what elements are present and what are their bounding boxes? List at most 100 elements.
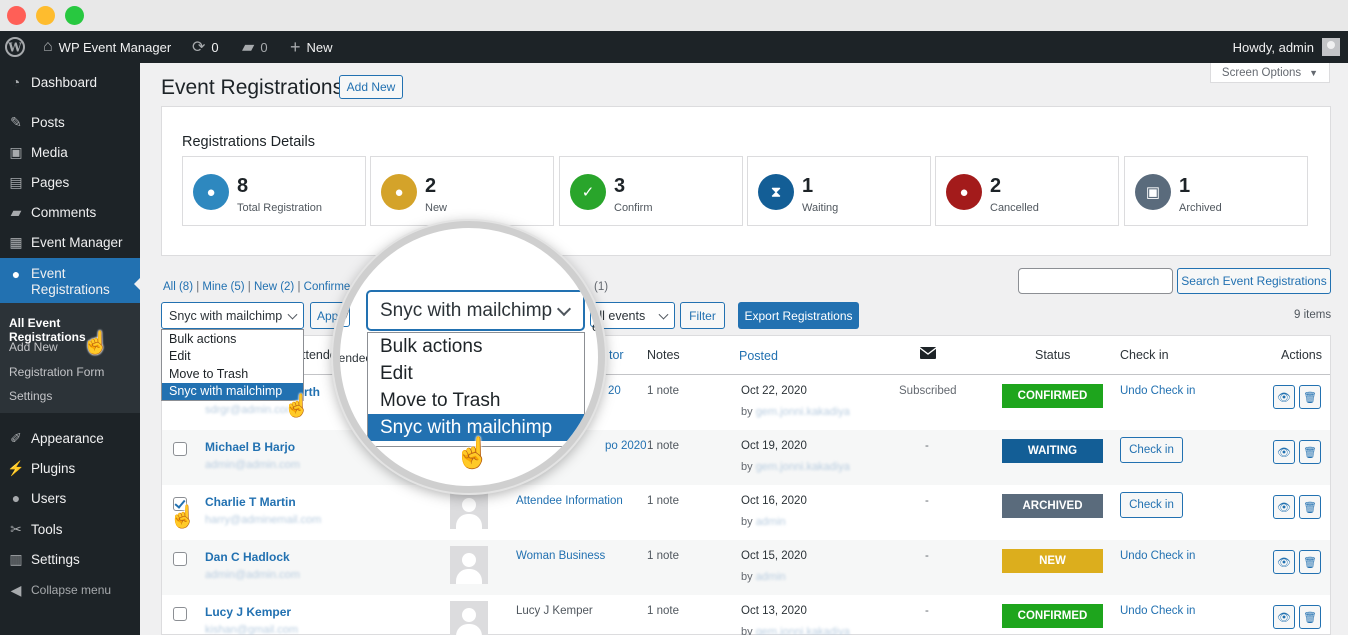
view-icon[interactable]: 👁 bbox=[1273, 605, 1295, 629]
sidebar-label: Media bbox=[31, 144, 68, 160]
submenu-registration-form[interactable]: Registration Form bbox=[9, 365, 104, 379]
row-checkbox[interactable] bbox=[173, 607, 187, 621]
filter-confirmed-link[interactable]: Confirme bbox=[304, 281, 351, 293]
trash-icon[interactable]: 🗑 bbox=[1299, 550, 1321, 574]
attendee-name-link[interactable]: Charlie T Martin bbox=[205, 495, 296, 509]
author-name: gem.jonni.kakadiya bbox=[755, 406, 850, 418]
sidebar-item-event-manager[interactable]: ▦ Event Manager bbox=[0, 229, 140, 255]
view-icon[interactable]: 👁 bbox=[1273, 385, 1295, 409]
attendee-name-link[interactable]: Lucy J Kemper bbox=[205, 605, 291, 619]
trash-icon[interactable]: 🗑 bbox=[1299, 440, 1321, 464]
screen-options-button[interactable]: Screen Options ▼ bbox=[1210, 63, 1330, 83]
bulk-actions-select[interactable]: Snyc with mailchimp bbox=[161, 302, 304, 329]
check-in-button[interactable]: Check in bbox=[1120, 437, 1183, 463]
attendee-name-link[interactable]: Michael B Harjo bbox=[205, 440, 295, 454]
filter-button[interactable]: Filter bbox=[680, 302, 725, 329]
column-author[interactable]: tor bbox=[609, 348, 624, 362]
sidebar-item-pages[interactable]: ▤ Pages bbox=[0, 169, 140, 195]
undo-check-in-link[interactable]: Undo Check in bbox=[1120, 605, 1195, 617]
chevron-down-icon bbox=[287, 309, 298, 320]
updates-link[interactable]: ⟳ 0 bbox=[192, 31, 219, 63]
bulk-option-sync-mailchimp[interactable]: Snyc with mailchimp bbox=[162, 383, 303, 400]
undo-check-in-link[interactable]: Undo Check in bbox=[1120, 550, 1195, 562]
event-link[interactable]: 20 bbox=[608, 385, 621, 397]
page-title: Event Registrations bbox=[161, 76, 344, 99]
add-new-button[interactable]: Add New bbox=[339, 75, 403, 99]
minimize-window-button[interactable] bbox=[36, 6, 55, 25]
comments-link[interactable]: ▰ 0 bbox=[242, 31, 268, 63]
stat-label: Cancelled bbox=[990, 202, 1039, 214]
sidebar-item-users[interactable]: ● Users bbox=[0, 485, 140, 511]
trash-icon[interactable]: 🗑 bbox=[1299, 495, 1321, 519]
status-badge: ARCHIVED bbox=[1002, 494, 1103, 518]
sidebar-label: Comments bbox=[31, 204, 97, 220]
event-link[interactable]: po 2020 bbox=[605, 440, 647, 452]
check-in-button[interactable]: Check in bbox=[1120, 492, 1183, 518]
magnified-bulk-options: Bulk actions Edit Move to Trash Snyc wit… bbox=[367, 332, 585, 447]
close-window-button[interactable] bbox=[7, 6, 26, 25]
new-content-link[interactable]: + New bbox=[290, 31, 333, 63]
magnified-option: Move to Trash bbox=[380, 390, 501, 411]
posted-by: by gem.jonni.kakadiya bbox=[741, 461, 850, 473]
attendee-email: kishan@gmail.com bbox=[205, 624, 299, 635]
account-menu[interactable]: Howdy, admin bbox=[1233, 31, 1340, 63]
bulk-actions-value: Snyc with mailchimp bbox=[169, 308, 283, 323]
notes-count: 1 note bbox=[647, 495, 679, 507]
sidebar-item-plugins[interactable]: ⚡ Plugins bbox=[0, 455, 140, 481]
notes-count: 1 note bbox=[647, 385, 679, 397]
search-input[interactable] bbox=[1018, 268, 1173, 294]
sidebar-item-media[interactable]: ▣ Media bbox=[0, 139, 140, 165]
stat-card-new: ● 2 New bbox=[370, 156, 554, 226]
undo-check-in-link[interactable]: Undo Check in bbox=[1120, 385, 1195, 397]
sidebar-item-event-registrations[interactable]: ● Event Registrations bbox=[0, 258, 140, 303]
admin-bar: W ⌂ WP Event Manager ⟳ 0 ▰ 0 + New Howdy… bbox=[0, 31, 1348, 63]
attendee-name-link[interactable]: Dan C Hadlock bbox=[205, 550, 290, 564]
sidebar-item-settings[interactable]: ▥ Settings bbox=[0, 546, 140, 572]
user-icon: ● bbox=[11, 490, 21, 506]
stat-card-waiting: ⧗ 1 Waiting bbox=[747, 156, 931, 226]
bulk-option-move-to-trash[interactable]: Move to Trash bbox=[162, 366, 303, 383]
posted-date: Oct 19, 2020 bbox=[741, 440, 807, 452]
column-posted[interactable]: Posted bbox=[739, 349, 778, 363]
view-icon[interactable]: 👁 bbox=[1273, 550, 1295, 574]
submenu-settings[interactable]: Settings bbox=[9, 389, 52, 403]
posted-date: Oct 22, 2020 bbox=[741, 385, 807, 397]
wordpress-logo-icon[interactable]: W bbox=[5, 31, 27, 63]
maximize-window-button[interactable] bbox=[65, 6, 84, 25]
filter-new-link[interactable]: New (2) bbox=[254, 281, 294, 293]
sidebar-item-appearance[interactable]: ✐ Appearance bbox=[0, 425, 140, 451]
stat-number: 8 bbox=[237, 175, 249, 197]
search-registrations-button[interactable]: Search Event Registrations bbox=[1177, 268, 1331, 294]
bulk-option-edit[interactable]: Edit bbox=[162, 348, 303, 365]
group-icon: ● bbox=[11, 266, 21, 282]
sidebar-submenu: All Event Registrations Add New Registra… bbox=[0, 303, 140, 413]
filter-all-link[interactable]: All (8) bbox=[163, 281, 193, 293]
row-checkbox[interactable] bbox=[173, 552, 187, 566]
filter-mine-link[interactable]: Mine (5) bbox=[202, 281, 244, 293]
view-icon[interactable]: 👁 bbox=[1273, 440, 1295, 464]
sidebar-item-tools[interactable]: ✂ Tools bbox=[0, 516, 140, 542]
table-row: Lucy J Kemper kishan@gmail.com Lucy J Ke… bbox=[162, 595, 1330, 635]
event-link[interactable]: Attendee Information bbox=[516, 495, 623, 507]
event-link[interactable]: Woman Business bbox=[516, 550, 605, 562]
sidebar-item-dashboard[interactable]: ◔ Dashboard bbox=[0, 69, 140, 95]
posted-date: Oct 15, 2020 bbox=[741, 550, 807, 562]
trash-icon[interactable]: 🗑 bbox=[1299, 385, 1321, 409]
export-registrations-button[interactable]: Export Registrations bbox=[738, 302, 859, 329]
bulk-option-bulk-actions[interactable]: Bulk actions bbox=[162, 331, 303, 348]
row-checkbox[interactable] bbox=[173, 442, 187, 456]
sidebar-item-comments[interactable]: ▰ Comments bbox=[0, 199, 140, 225]
stat-label: Confirm bbox=[614, 202, 653, 214]
comments-count: 0 bbox=[260, 39, 268, 55]
collapse-menu-button[interactable]: ◀ Collapse menu bbox=[0, 577, 140, 603]
view-icon[interactable]: 👁 bbox=[1273, 495, 1295, 519]
posted-by: by gem.jonni.kakadiya bbox=[741, 406, 850, 418]
site-name-label: WP Event Manager bbox=[58, 39, 172, 55]
sidebar-item-posts[interactable]: ✎ Posts bbox=[0, 109, 140, 135]
column-actions: Actions bbox=[1281, 348, 1322, 362]
magnified-option: Bulk actions bbox=[380, 336, 483, 357]
trash-icon[interactable]: 🗑 bbox=[1299, 605, 1321, 629]
submenu-add-new[interactable]: Add New bbox=[9, 340, 58, 354]
site-name-link[interactable]: ⌂ WP Event Manager bbox=[43, 31, 171, 63]
status-filter-links: All (8) | Mine (5) | New (2) | Confirme bbox=[163, 281, 351, 293]
